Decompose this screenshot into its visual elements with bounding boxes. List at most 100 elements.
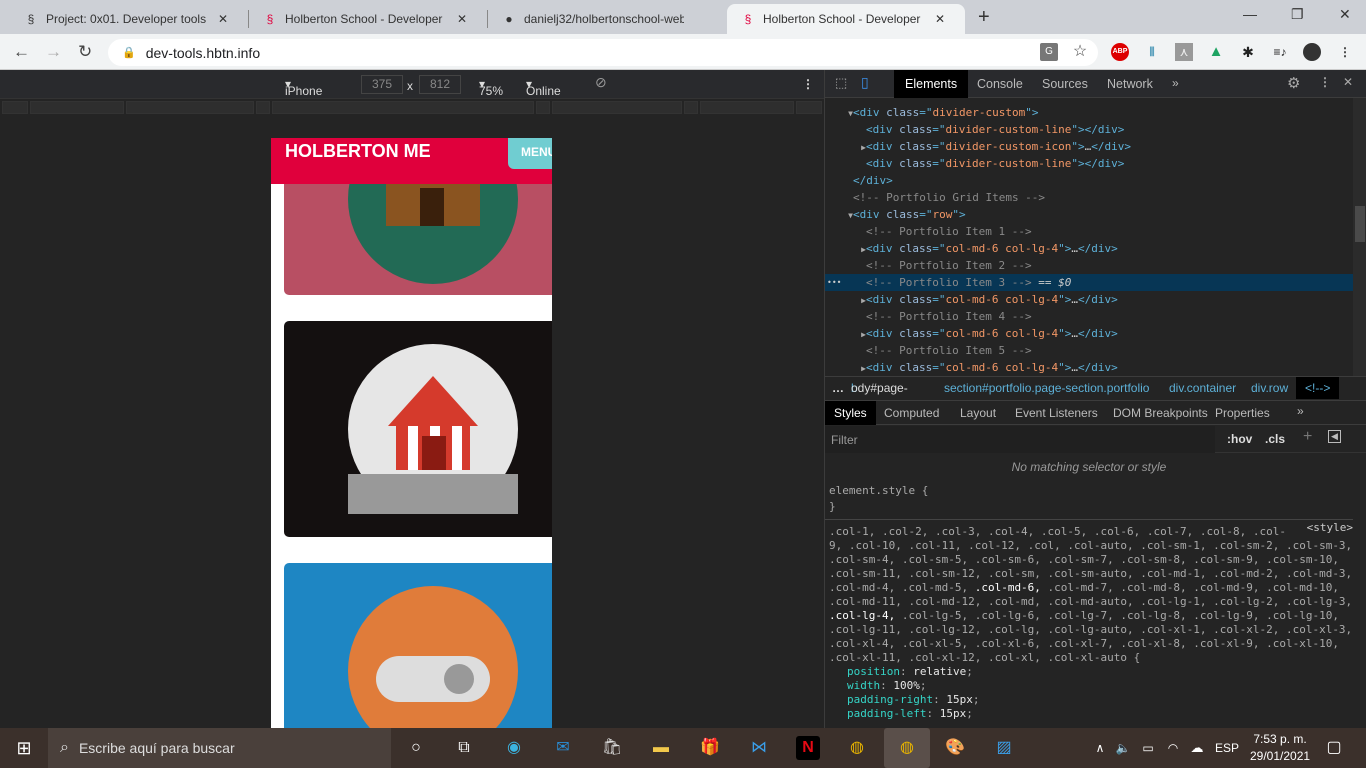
- file-explorer-icon[interactable]: ▬: [649, 736, 673, 760]
- selector-line[interactable]: .col-lg-11, .col-lg-12, .col-lg, .col-lg…: [829, 623, 1352, 637]
- style-source-link[interactable]: <style>: [1307, 521, 1353, 535]
- browser-tab[interactable]: § Holberton School - Developer to ✕: [249, 4, 487, 34]
- zoom-select[interactable]: 75% ▾: [479, 77, 503, 98]
- css-property[interactable]: padding-left: [847, 707, 926, 720]
- subtab-computed[interactable]: Computed: [875, 401, 948, 425]
- cls-toggle[interactable]: .cls: [1265, 432, 1285, 446]
- network-select[interactable]: Online ▾: [526, 77, 561, 98]
- dom-node-line[interactable]: <!-- Portfolio Item 4 -->: [825, 308, 1353, 325]
- device-toggle-icon[interactable]: ▯: [861, 74, 869, 91]
- tab-console[interactable]: Console: [966, 70, 1034, 98]
- expand-arrow-icon[interactable]: ▶: [825, 325, 866, 343]
- language-indicator[interactable]: ESP: [1215, 741, 1239, 755]
- dom-node-line[interactable]: <!-- Portfolio Item 2 -->: [825, 257, 1353, 274]
- adblock-icon[interactable]: ABP: [1111, 43, 1129, 61]
- wifi-icon[interactable]: ◠: [1161, 736, 1185, 760]
- css-value[interactable]: relative: [913, 665, 966, 678]
- chrome-active-icon[interactable]: ◍: [884, 728, 930, 768]
- dom-node-line[interactable]: ▶<div class="divider-custom-icon">…</div…: [825, 138, 1353, 155]
- expand-arrow-icon[interactable]: ▼: [825, 104, 853, 122]
- close-tab-icon[interactable]: ✕: [457, 12, 467, 26]
- browser-tab[interactable]: ● danielj32/holbertonschool-web_f: [488, 4, 726, 34]
- breadcrumb-overflow[interactable]: …: [832, 377, 844, 399]
- tab-elements[interactable]: Elements: [894, 70, 969, 98]
- breadcrumb-item-selected[interactable]: <!-->: [1296, 377, 1340, 399]
- site-brand[interactable]: HOLBERTON ME: [285, 141, 431, 162]
- selector-line[interactable]: .col-md-4, .col-md-5, .col-md-6, .col-md…: [829, 581, 1339, 595]
- subtab-properties[interactable]: Properties: [1206, 401, 1279, 425]
- new-tab-button[interactable]: +: [978, 6, 990, 29]
- css-declaration[interactable]: position: relative;: [847, 665, 973, 679]
- chrome-icon[interactable]: ◍: [845, 736, 869, 760]
- gift-icon[interactable]: 🎁: [698, 736, 722, 760]
- expand-arrow-icon[interactable]: ▶: [825, 240, 866, 258]
- css-declaration[interactable]: padding-right: 15px;: [847, 693, 979, 707]
- selector-line[interactable]: .col-md-11, .col-md-12, .col-md, .col-md…: [829, 595, 1352, 609]
- selector-line[interactable]: .col-1, .col-2, .col-3, .col-4, .col-5, …: [829, 525, 1286, 539]
- dom-node-line[interactable]: ▶<div class="col-md-6 col-lg-4">…</div>: [825, 291, 1353, 308]
- notifications-icon[interactable]: ▢: [1322, 736, 1346, 760]
- breadcrumb-item[interactable]: section#portfolio.page-section.portfolio: [944, 377, 1149, 399]
- dom-node-line[interactable]: </div>: [825, 172, 1353, 189]
- subtab-dom-breakpoints[interactable]: DOM Breakpoints: [1104, 401, 1217, 425]
- element-style-open[interactable]: element.style {: [829, 484, 928, 498]
- netflix-icon[interactable]: N: [796, 736, 820, 760]
- selector-line[interactable]: .col-sm-11, .col-sm-12, .col-sm, .col-sm…: [829, 567, 1352, 581]
- portfolio-item-game[interactable]: [284, 563, 552, 728]
- cortana-icon[interactable]: ○: [404, 736, 428, 760]
- restore-button[interactable]: ❐: [1291, 6, 1304, 23]
- add-rule-icon[interactable]: +: [1303, 428, 1312, 446]
- media-query-segment[interactable]: [536, 101, 550, 114]
- sidebar-toggle-icon[interactable]: ◀: [1328, 430, 1341, 443]
- dom-node-line[interactable]: ••• <!-- Portfolio Item 3 --> == $0: [825, 274, 1353, 291]
- browser-tab[interactable]: §Project: 0x01. Developer tools | H✕: [10, 4, 248, 34]
- dom-node-line[interactable]: ▶<div class="col-md-6 col-lg-4">…</div>: [825, 359, 1353, 376]
- rotate-icon[interactable]: ⊘: [595, 74, 607, 91]
- more-tabs-icon[interactable]: »: [1172, 76, 1179, 90]
- edge-icon[interactable]: ◉: [502, 736, 526, 760]
- dom-node-line[interactable]: ▶<div class="col-md-6 col-lg-4">…</div>: [825, 240, 1353, 257]
- css-declaration[interactable]: width: 100%;: [847, 679, 927, 693]
- clock[interactable]: 7:53 p. m. 29/01/2021: [1250, 731, 1310, 765]
- menu-button[interactable]: MENU: [508, 138, 552, 169]
- selector-line[interactable]: .col-sm-4, .col-sm-5, .col-sm-6, .col-sm…: [829, 553, 1339, 567]
- show-hidden-icons[interactable]: ∧: [1088, 736, 1112, 760]
- media-query-segment[interactable]: [272, 101, 534, 114]
- translate-icon[interactable]: G: [1040, 43, 1058, 61]
- dom-node-line[interactable]: <!-- Portfolio Item 5 -->: [825, 342, 1353, 359]
- inspect-element-icon[interactable]: ⬚: [835, 75, 847, 91]
- media-query-segment[interactable]: [700, 101, 794, 114]
- browser-tab-active[interactable]: § Holberton School - Developer to ✕: [727, 4, 965, 34]
- dom-node-line[interactable]: ▼<div class="row">: [825, 206, 1353, 223]
- height-input[interactable]: 812: [419, 75, 461, 94]
- selector-line[interactable]: 9, .col-10, .col-11, .col-12, .col, .col…: [829, 539, 1352, 553]
- more-subtabs-icon[interactable]: »: [1297, 404, 1304, 418]
- css-value[interactable]: 100%: [893, 679, 920, 692]
- expand-arrow-icon[interactable]: ▶: [825, 291, 866, 309]
- reload-button[interactable]: ↻: [78, 42, 92, 62]
- breadcrumb-item[interactable]: div.container: [1169, 377, 1236, 399]
- extension-icon[interactable]: ⫴: [1143, 43, 1161, 61]
- selector-line[interactable]: .col-xl-11, .col-xl-12, .col-xl, .col-xl…: [829, 651, 1140, 665]
- media-query-segment[interactable]: [2, 101, 28, 114]
- menu-icon[interactable]: ⋮: [1336, 43, 1354, 61]
- dom-node-line[interactable]: <div class="divider-custom-line"></div>: [825, 155, 1353, 172]
- minimize-button[interactable]: —: [1243, 6, 1257, 22]
- puzzle-icon[interactable]: ✱: [1239, 43, 1257, 61]
- media-icon[interactable]: ≡♪: [1271, 43, 1289, 61]
- css-property[interactable]: width: [847, 679, 880, 692]
- css-value[interactable]: 15px: [940, 707, 967, 720]
- more-options-icon[interactable]: ⋮: [1319, 75, 1331, 89]
- expand-arrow-icon[interactable]: ▶: [825, 138, 866, 156]
- expand-arrow-icon[interactable]: ▶: [825, 359, 866, 376]
- windows-start-icon[interactable]: ⊞: [12, 736, 36, 760]
- media-query-segment[interactable]: [796, 101, 822, 114]
- close-tab-icon[interactable]: ✕: [935, 12, 945, 26]
- forward-button[interactable]: →: [45, 42, 62, 62]
- css-value[interactable]: 15px: [946, 693, 973, 706]
- close-devtools-icon[interactable]: ✕: [1343, 75, 1353, 89]
- subtab-layout[interactable]: Layout: [951, 401, 1005, 425]
- filter-input[interactable]: Filter: [825, 426, 1215, 453]
- pdf-icon[interactable]: ⋏: [1175, 43, 1193, 61]
- store-icon[interactable]: 🛍: [600, 736, 624, 760]
